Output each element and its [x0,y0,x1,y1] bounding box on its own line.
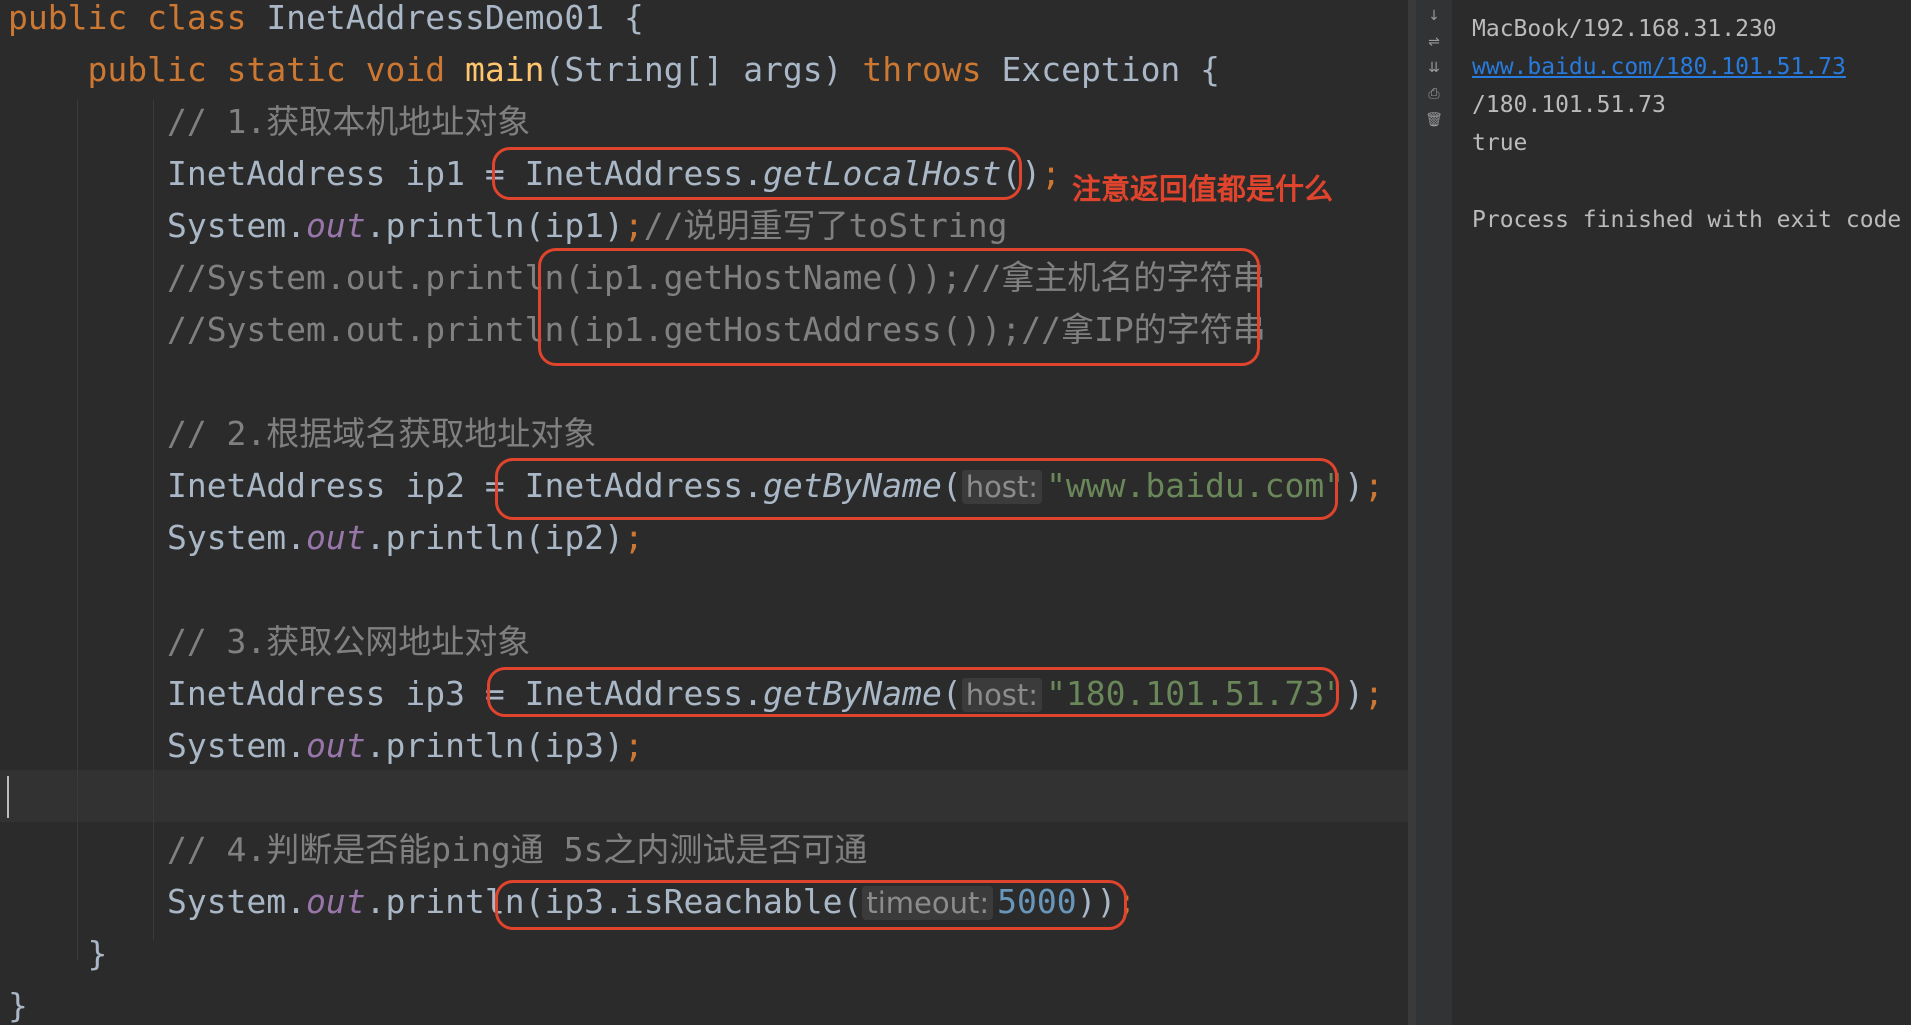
code-line-close-method: } [87,934,108,973]
scroll-to-end-icon[interactable]: ↓ [1422,4,1446,28]
current-line-highlight [0,770,1408,822]
code-comment-2: // 2.根据域名获取地址对象 [166,414,597,453]
console-link[interactable]: www.baidu.com/180.101.51.73 [1472,52,1846,82]
code-editor[interactable]: public class InetAddressDemo01 { public … [0,0,1408,1025]
code-line-print-ip1: System.out.println(ip1);//说明重写了toString [166,206,1008,245]
editor-scrollbar[interactable] [1408,0,1416,1025]
code-line-print-ip3: System.out.println(ip3); [166,726,644,765]
run-console-output[interactable]: MacBook/192.168.31.230 www.baidu.com/180… [1454,0,1911,1025]
console-toolbar: ↓ ⇌ ⇊ ⎙ 🗑 [1416,0,1452,1025]
print-icon[interactable]: ⎙ [1422,82,1446,106]
code-comment-hostname: //System.out.println(ip1.getHostName());… [166,258,1266,297]
code-line-close-class: } [8,986,28,1025]
console-line: Process finished with exit code [1472,207,1902,233]
code-comment-3: // 3.获取公网地址对象 [166,622,531,661]
parameter-hint-host: host: [961,678,1043,712]
code-comment-4: // 4.判断是否能ping通 5s之内测试是否可通 [166,830,868,869]
console-line: true [1472,130,1528,156]
code-line-ip1: InetAddress ip1 = InetAddress.getLocalHo… [166,154,1062,193]
code-line-main-declaration: public static void main(String[] args) t… [87,50,1221,89]
code-comment-hostaddress: //System.out.println(ip1.getHostAddress(… [166,310,1266,349]
code-line-ip3: InetAddress ip3 = InetAddress.getByName(… [166,674,1384,713]
console-line: MacBook/192.168.31.230 [1472,16,1777,42]
soft-wrap-icon[interactable]: ⇌ [1422,30,1446,54]
annotation-note: 注意返回值都是什么 [1072,172,1334,206]
code-line-print-ip2: System.out.println(ip2); [166,518,644,557]
parameter-hint-timeout: timeout: [862,886,994,920]
scroll-down-icon[interactable]: ⇊ [1422,56,1446,80]
code-comment-1: // 1.获取本机地址对象 [166,102,531,141]
trash-icon[interactable]: 🗑 [1422,108,1446,132]
code-line-is-reachable: System.out.println(ip3.isReachable(timeo… [166,882,1137,921]
console-line: /180.101.51.73 [1472,92,1666,118]
text-caret [7,776,9,818]
code-line-class-declaration: public class InetAddressDemo01 { [8,0,644,37]
code-line-ip2: InetAddress ip2 = InetAddress.getByName(… [166,466,1384,505]
parameter-hint-host: host: [961,470,1043,504]
